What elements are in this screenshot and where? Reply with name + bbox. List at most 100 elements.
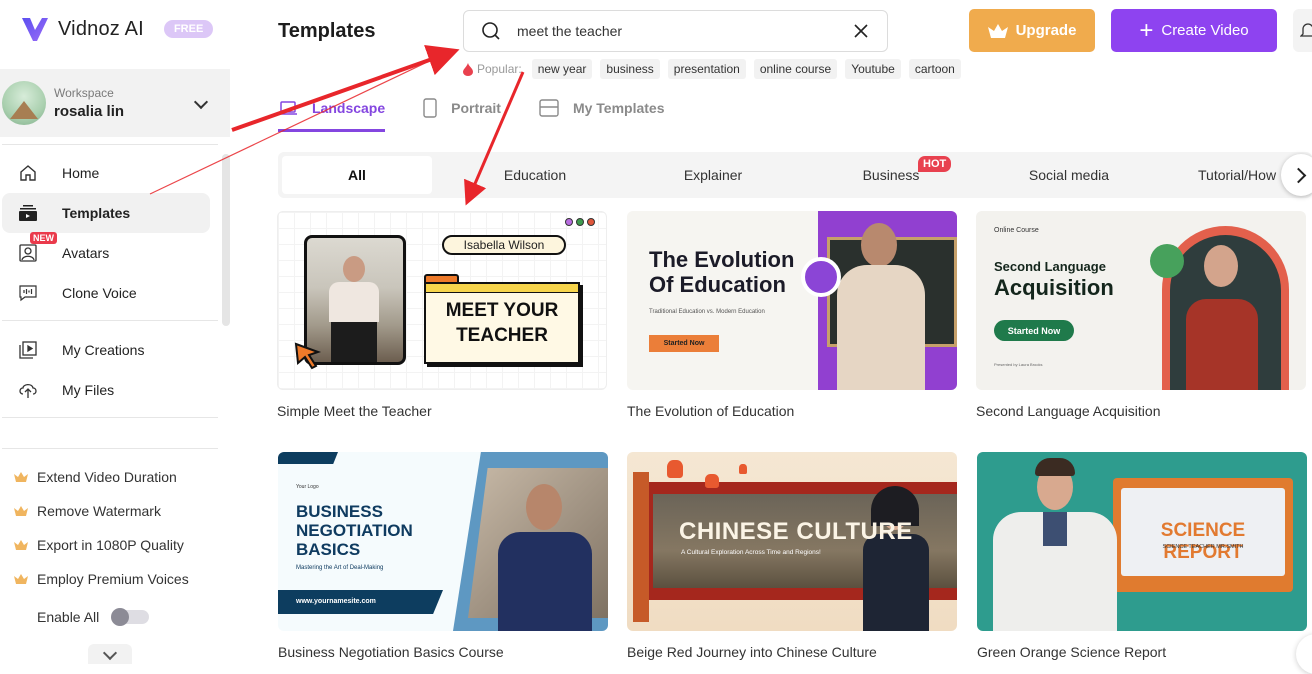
template-card[interactable]: SCIENCE REPORT SCIENCE TEACHER MR.SMITH … bbox=[977, 452, 1307, 660]
popular-tag[interactable]: new year bbox=[531, 59, 593, 79]
collapse-button[interactable] bbox=[88, 644, 132, 664]
presenter-body bbox=[1186, 299, 1258, 390]
presenter-body bbox=[863, 534, 929, 631]
tab-landscape[interactable]: Landscape bbox=[278, 96, 386, 132]
sidebar-item-templates[interactable]: Templates bbox=[2, 193, 210, 233]
thumb-presenter: Presented by Laura Brooks bbox=[994, 362, 1043, 367]
perk-item: Export in 1080P Quality bbox=[14, 537, 184, 553]
divider bbox=[2, 144, 218, 145]
template-title: Business Negotiation Basics Course bbox=[278, 644, 504, 660]
tab-label: Portrait bbox=[451, 100, 501, 116]
vidnoz-logo-icon bbox=[22, 18, 48, 41]
template-thumbnail[interactable]: CHINESE CULTURE A Cultural Exploration A… bbox=[627, 452, 957, 631]
thumb-headline: MEET YOUR TEACHER bbox=[445, 300, 559, 346]
lantern bbox=[705, 474, 719, 488]
perk-label: Extend Video Duration bbox=[37, 469, 177, 485]
template-layout-icon bbox=[539, 99, 559, 117]
template-card[interactable]: Your Logo BUSINESS NEGOTIATION BASICS Ma… bbox=[278, 452, 608, 660]
tab-label: Landscape bbox=[312, 100, 386, 116]
sidebar-item-home[interactable]: Home bbox=[2, 153, 210, 193]
close-icon[interactable] bbox=[853, 23, 869, 39]
sidebar: Vidnoz AI FREE Workspace rosalia lin Hom… bbox=[0, 0, 232, 674]
main-nav: Home Templates NEW Avatars Clone Voice bbox=[0, 153, 220, 313]
category-social-media[interactable]: Social media bbox=[994, 156, 1144, 194]
bell-icon bbox=[1300, 23, 1312, 37]
category-education[interactable]: Education bbox=[460, 156, 610, 194]
popular-tag[interactable]: cartoon bbox=[908, 59, 961, 79]
tab-label: My Templates bbox=[572, 100, 665, 116]
notification-button[interactable] bbox=[1293, 9, 1312, 52]
tab-portrait[interactable]: Portrait bbox=[423, 96, 501, 120]
plan-badge: FREE bbox=[163, 20, 214, 38]
workspace-switcher[interactable]: Workspace rosalia lin bbox=[0, 69, 230, 137]
perk-item: Extend Video Duration bbox=[14, 469, 177, 485]
popular-tag[interactable]: online course bbox=[753, 59, 838, 79]
template-thumbnail[interactable]: Online Course Second Language Acquisitio… bbox=[976, 211, 1306, 390]
search-input[interactable] bbox=[517, 23, 837, 39]
enable-all-label: Enable All bbox=[37, 609, 100, 625]
divider bbox=[2, 320, 218, 321]
tab-my-templates[interactable]: My Templates bbox=[539, 96, 665, 120]
upgrade-button[interactable]: Upgrade bbox=[969, 9, 1095, 52]
sidebar-item-label: Home bbox=[62, 165, 100, 181]
sidebar-item-label: Clone Voice bbox=[62, 285, 137, 301]
template-card[interactable]: Online Course Second Language Acquisitio… bbox=[976, 211, 1306, 419]
template-thumbnail[interactable]: The Evolution Of Education Traditional E… bbox=[627, 211, 957, 390]
search-icon[interactable] bbox=[481, 21, 501, 41]
thumb-subtitle: Traditional Education vs. Modern Educati… bbox=[649, 309, 765, 315]
template-thumbnail[interactable]: Isabella Wilson MEET YOUR TEACHER bbox=[277, 211, 607, 390]
thumb-cta: Started Now bbox=[649, 335, 719, 352]
sidebar-item-avatars[interactable]: NEW Avatars bbox=[2, 232, 210, 273]
sidebar-item-label: My Creations bbox=[62, 342, 145, 358]
template-thumbnail[interactable]: SCIENCE REPORT SCIENCE TEACHER MR.SMITH bbox=[977, 452, 1307, 631]
popular-tag[interactable]: Youtube bbox=[845, 59, 901, 79]
template-thumbnail[interactable]: Your Logo BUSINESS NEGOTIATION BASICS Ma… bbox=[278, 452, 608, 631]
category-explainer[interactable]: Explainer bbox=[638, 156, 788, 194]
crown-icon bbox=[14, 540, 28, 550]
template-card[interactable]: CHINESE CULTURE A Cultural Exploration A… bbox=[627, 452, 957, 660]
sidebar-item-label: Templates bbox=[62, 205, 131, 221]
sidebar-item-my-creations[interactable]: My Creations bbox=[2, 330, 210, 370]
enable-all-toggle[interactable] bbox=[111, 608, 150, 626]
home-icon bbox=[18, 163, 38, 183]
templates-icon bbox=[18, 203, 38, 223]
new-badge: NEW bbox=[30, 232, 57, 244]
template-card[interactable]: The Evolution Of Education Traditional E… bbox=[627, 211, 957, 419]
thumb-headline: SCIENCE REPORT bbox=[1160, 520, 1246, 563]
laptop-icon bbox=[279, 101, 297, 115]
lantern bbox=[667, 460, 683, 478]
logo[interactable]: Vidnoz AI FREE bbox=[20, 14, 214, 44]
workspace-label: Workspace bbox=[54, 86, 114, 100]
name-tag: Isabella Wilson bbox=[442, 235, 566, 255]
perk-label: Employ Premium Voices bbox=[37, 571, 189, 587]
template-title: Beige Red Journey into Chinese Culture bbox=[627, 644, 877, 660]
presenter-hair bbox=[1035, 458, 1075, 476]
creations-icon bbox=[18, 340, 38, 360]
template-card[interactable]: Isabella Wilson MEET YOUR TEACHER Simple… bbox=[277, 211, 607, 419]
thumb-subtitle: SCIENCE TEACHER MR.SMITH bbox=[1162, 544, 1244, 550]
sidebar-item-my-files[interactable]: My Files bbox=[2, 370, 210, 410]
thumb-cta: Started Now bbox=[994, 320, 1074, 341]
thumb-line1: Second Language bbox=[994, 259, 1106, 274]
template-title: Green Orange Science Report bbox=[977, 644, 1167, 660]
headline-window: MEET YOUR TEACHER bbox=[424, 282, 580, 364]
avatar bbox=[2, 81, 46, 125]
plus-icon: + bbox=[1139, 16, 1154, 44]
workspace-user-name: rosalia lin bbox=[54, 103, 125, 120]
thumb-headline: The Evolution Of Education bbox=[649, 247, 795, 297]
sidebar-scrollbar[interactable] bbox=[222, 154, 230, 326]
presenter-head bbox=[861, 223, 897, 267]
sidebar-item-clone-voice[interactable]: Clone Voice bbox=[2, 273, 210, 313]
perk-item: Employ Premium Voices bbox=[14, 571, 189, 587]
thumb-url: www.yournamesite.com bbox=[278, 590, 443, 614]
perk-label: Export in 1080P Quality bbox=[37, 537, 184, 553]
popular-tag[interactable]: presentation bbox=[667, 59, 746, 79]
search-bar bbox=[463, 10, 888, 52]
popular-tag[interactable]: business bbox=[600, 59, 660, 79]
category-all[interactable]: All bbox=[282, 156, 432, 194]
create-video-button[interactable]: + Create Video bbox=[1111, 9, 1277, 52]
phone-icon bbox=[423, 98, 437, 118]
voice-icon bbox=[18, 283, 38, 303]
upgrade-label: Upgrade bbox=[1015, 22, 1077, 39]
hot-badge: HOT bbox=[918, 156, 952, 172]
